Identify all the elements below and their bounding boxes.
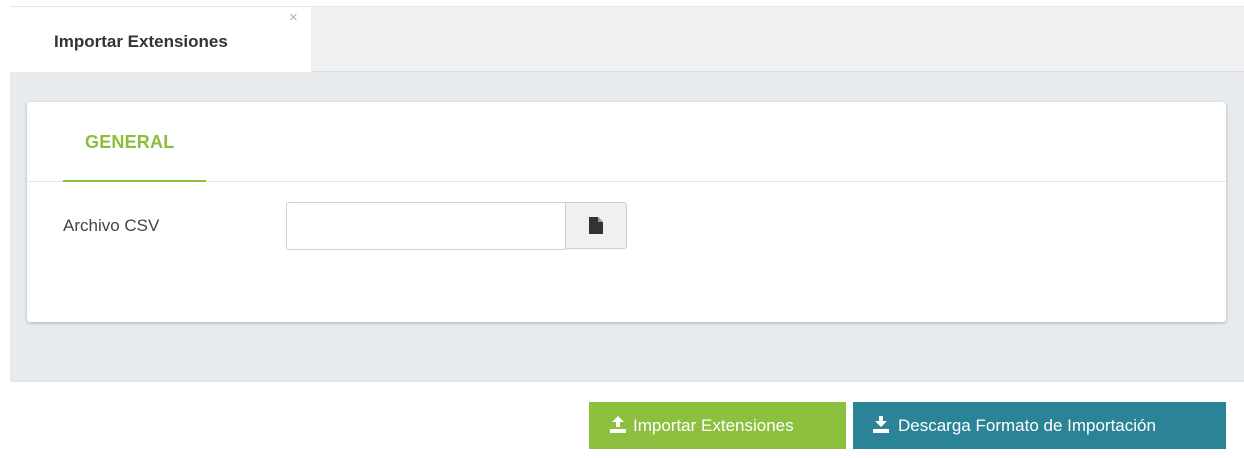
- csv-file-label: Archivo CSV: [63, 216, 160, 235]
- download-format-button[interactable]: Descarga Formato de Importación: [853, 402, 1226, 449]
- file-icon: [589, 217, 603, 234]
- download-format-label: Descarga Formato de Importación: [898, 416, 1156, 435]
- work-area: GENERAL Archivo CSV: [10, 72, 1244, 382]
- panel-tab-bar: GENERAL: [27, 102, 1226, 182]
- tab-general[interactable]: GENERAL: [63, 102, 206, 182]
- csv-file-input[interactable]: [286, 202, 566, 250]
- browse-file-button[interactable]: [565, 202, 627, 249]
- upload-icon: [610, 416, 626, 433]
- tab-general-label: GENERAL: [85, 132, 175, 152]
- tab-title: Importar Extensiones: [54, 32, 228, 51]
- import-extensions-button[interactable]: Importar Extensiones: [589, 402, 846, 449]
- import-extensions-label: Importar Extensiones: [633, 416, 794, 435]
- close-icon[interactable]: ×: [289, 10, 298, 26]
- tab-importar-extensiones[interactable]: Importar Extensiones ×: [10, 7, 311, 73]
- import-panel: GENERAL Archivo CSV: [27, 102, 1226, 322]
- document-tab-strip: Importar Extensiones ×: [10, 6, 1244, 73]
- download-icon: [873, 416, 889, 433]
